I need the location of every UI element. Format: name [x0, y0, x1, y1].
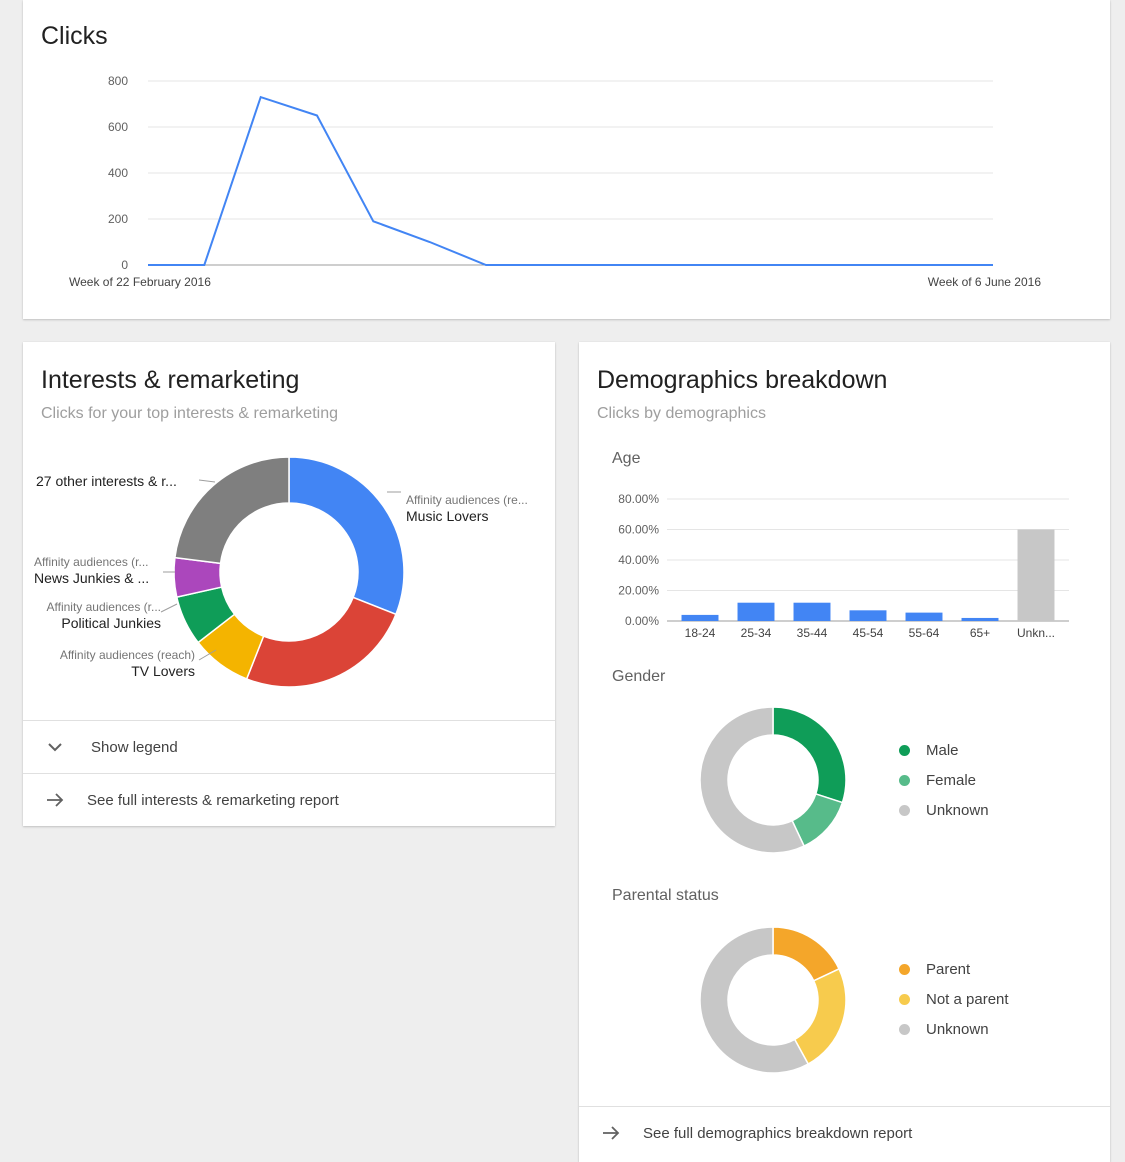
age-section-label: Age — [612, 450, 641, 467]
age-bar — [1017, 529, 1055, 621]
gender-slice-0 — [772, 706, 847, 804]
age-y-tick: 20.00% — [618, 584, 659, 598]
interests-full-report-link[interactable]: See full interests & remarketing report — [23, 773, 555, 826]
age-y-tick: 0.00% — [625, 614, 659, 628]
clicks-x-end-label: Week of 6 June 2016 — [928, 275, 1042, 289]
age-y-tick: 40.00% — [618, 553, 659, 567]
gender-donut-chart — [699, 706, 847, 854]
legend-dot — [899, 964, 910, 975]
interests-label-tv: Affinity audiences (reach) TV Lovers — [59, 648, 195, 679]
show-legend-label: Show legend — [91, 738, 178, 756]
clicks-line-chart: 0 200 400 600 800 Week of 22 February 2016 W… — [69, 74, 1042, 289]
show-legend-button[interactable]: Show legend — [23, 720, 555, 773]
arrow-right-icon — [43, 788, 67, 812]
clicks-y-tick: 400 — [108, 166, 128, 180]
gender-legend-female: Female — [899, 772, 976, 789]
demographics-card: Demographics breakdown Clicks by demogra… — [579, 342, 1110, 1162]
age-x-tick: Unkn... — [1017, 626, 1055, 640]
gender-section-label: Gender — [612, 668, 666, 685]
age-x-tick: 25-34 — [741, 626, 772, 640]
age-bar — [681, 614, 719, 621]
clicks-x-start-label: Week of 22 February 2016 — [69, 275, 211, 289]
age-bar-chart: 0.00% 20.00% 40.00% 60.00% 80.00% 18-24 25-34… — [618, 492, 1069, 640]
clicks-card: Clicks 0 200 400 600 800 Week of 22 February… — [23, 0, 1110, 319]
interests-label-other: 27 other interests & r... — [36, 473, 177, 489]
parental-legend-not-parent: Not a parent — [899, 991, 1009, 1008]
parental-legend-unknown: Unknown — [899, 1021, 989, 1038]
demographics-subtitle: Clicks by demographics — [597, 405, 766, 422]
interests-full-report-label: See full interests & remarketing report — [87, 791, 339, 809]
interests-label-political: Affinity audiences (r... Political Junki… — [46, 600, 161, 631]
parental-slice-1 — [793, 967, 847, 1065]
demographics-full-report-link[interactable]: See full demographics breakdown report — [579, 1106, 1110, 1159]
parental-legend-parent: Parent — [899, 961, 970, 978]
legend-dot — [899, 805, 910, 816]
interests-label-music: Affinity audiences (re... Music Lovers — [406, 493, 528, 524]
age-bar — [849, 610, 887, 621]
age-x-tick: 18-24 — [685, 626, 716, 640]
clicks-y-tick: 600 — [108, 120, 128, 134]
clicks-y-tick: 0 — [121, 258, 128, 272]
clicks-series-line — [148, 95, 993, 266]
interests-slice-1 — [245, 596, 397, 688]
age-x-tick: 35-44 — [797, 626, 828, 640]
legend-dot — [899, 775, 910, 786]
chevron-down-icon — [43, 735, 67, 759]
interests-slice-0 — [288, 456, 405, 616]
arrow-right-icon — [599, 1121, 623, 1145]
demographics-title: Demographics breakdown — [597, 366, 888, 394]
age-x-tick: 55-64 — [909, 626, 940, 640]
parental-section-label: Parental status — [612, 887, 719, 904]
parental-donut-chart — [699, 926, 847, 1074]
age-bar — [737, 602, 775, 621]
interests-slice-5 — [174, 456, 290, 565]
leader-line-other — [198, 479, 216, 483]
age-y-tick: 60.00% — [618, 523, 659, 537]
interests-label-news: Affinity audiences (r... News Junkies & … — [34, 555, 150, 586]
legend-dot — [899, 994, 910, 1005]
gender-legend-male: Male — [899, 742, 959, 759]
age-bar — [793, 602, 831, 621]
age-bar — [905, 612, 943, 621]
interests-card: Interests & remarketing Clicks for your … — [23, 342, 555, 826]
clicks-y-tick: 800 — [108, 74, 128, 88]
age-x-tick: 65+ — [970, 626, 990, 640]
age-y-tick: 80.00% — [618, 492, 659, 506]
age-bar — [961, 617, 999, 621]
leader-line-political — [160, 603, 178, 613]
legend-dot — [899, 1024, 910, 1035]
demographics-full-report-label: See full demographics breakdown report — [643, 1124, 913, 1142]
legend-dot — [899, 745, 910, 756]
clicks-y-tick: 200 — [108, 212, 128, 226]
gender-legend-unknown: Unknown — [899, 802, 989, 819]
age-x-tick: 45-54 — [853, 626, 884, 640]
